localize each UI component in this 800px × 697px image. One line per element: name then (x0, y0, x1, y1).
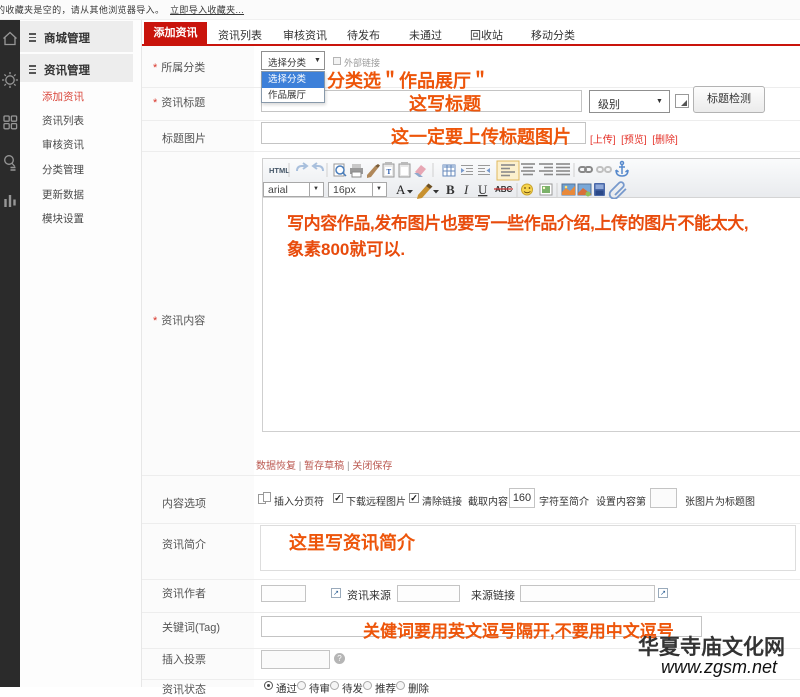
svg-text:HTML: HTML (269, 166, 290, 175)
svg-text:I: I (463, 182, 469, 197)
svg-text:B: B (446, 182, 455, 197)
svg-text:A: A (396, 182, 406, 197)
svg-text:U: U (478, 182, 488, 197)
svg-text:T: T (387, 168, 392, 176)
